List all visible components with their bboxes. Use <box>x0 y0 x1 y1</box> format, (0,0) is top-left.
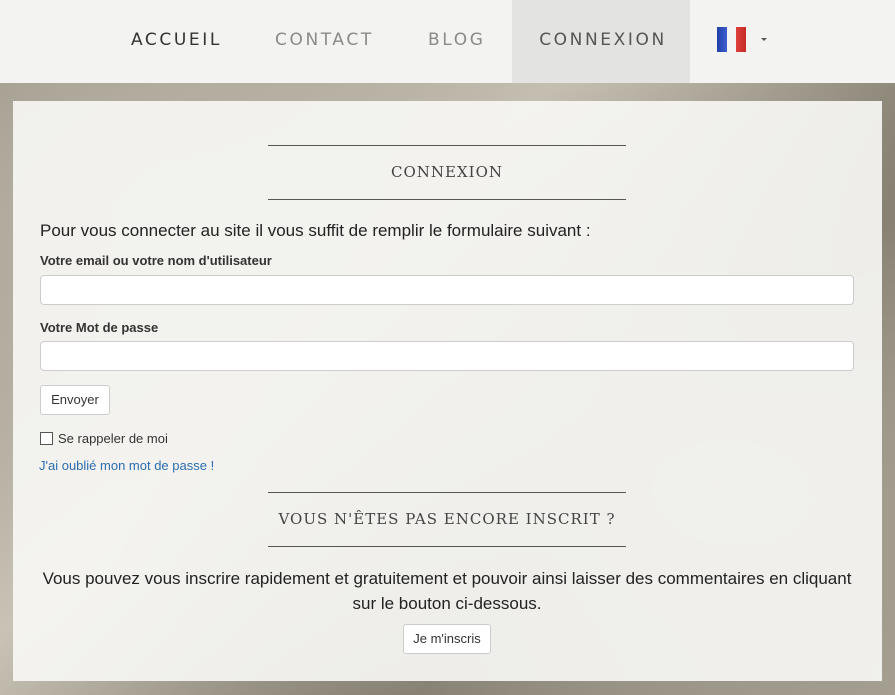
nav-item-accueil[interactable]: ACCUEIL <box>131 0 222 83</box>
nav-item-connexion[interactable]: CONNEXION <box>512 0 690 83</box>
caret-down-icon <box>761 38 767 41</box>
login-intro: Pour vous connecter au site il vous suff… <box>40 221 591 240</box>
nav-item-contact[interactable]: CONTACT <box>275 0 374 83</box>
email-field[interactable] <box>40 275 854 305</box>
login-title: CONNEXION <box>268 145 626 200</box>
language-selector[interactable] <box>717 27 771 53</box>
flag-france-icon <box>717 27 747 52</box>
signup-title: VOUS N'ÊTES PAS ENCORE INSCRIT ? <box>268 492 626 547</box>
forgot-password-link[interactable]: J'ai oublié mon mot de passe ! <box>39 458 214 473</box>
submit-button[interactable]: Envoyer <box>40 385 110 415</box>
signup-button[interactable]: Je m'inscris <box>403 624 491 654</box>
top-navbar: ACCUEIL CONTACT BLOG CONNEXION <box>0 0 895 83</box>
nav-item-blog[interactable]: BLOG <box>428 0 485 83</box>
remember-me: Se rappeler de moi <box>40 431 168 446</box>
email-label: Votre email ou votre nom d'utilisateur <box>40 253 272 268</box>
remember-me-checkbox[interactable] <box>40 432 53 445</box>
remember-me-label: Se rappeler de moi <box>58 431 168 446</box>
signup-text: Vous pouvez vous inscrire rapidement et … <box>42 569 852 613</box>
content-panel: CONNEXION Pour vous connecter au site il… <box>13 101 882 681</box>
password-label: Votre Mot de passe <box>40 320 159 335</box>
password-field[interactable] <box>40 341 854 371</box>
